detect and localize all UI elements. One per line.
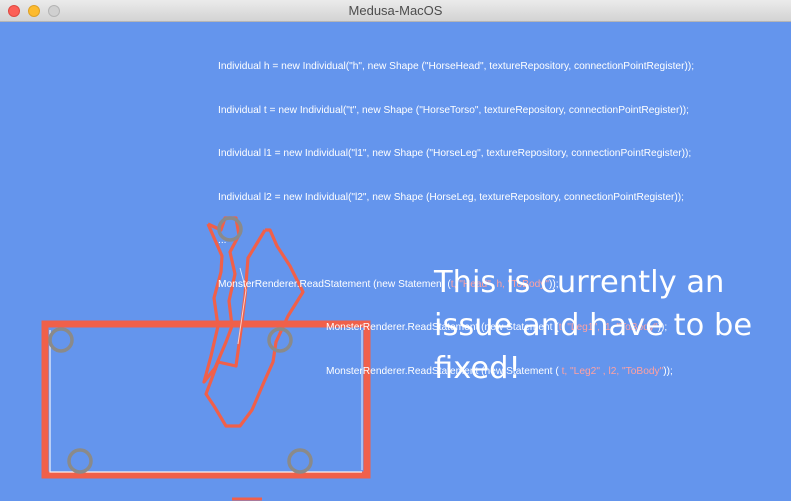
app-window: Medusa-MacOS Individual h = new Individu…	[0, 0, 791, 501]
issue-message: This is currently an issue and have to b…	[434, 265, 753, 386]
code-line: Individual l1 = new Individual("l1", new…	[218, 148, 692, 159]
code-line: Individual l2 = new Individual("l2", new…	[218, 191, 685, 203]
connection-point-top-left[interactable]	[48, 327, 74, 353]
code-line: ...	[218, 235, 227, 246]
window-title: Medusa-MacOS	[348, 3, 443, 18]
statement-prefix: MonsterRenderer.ReadStatement (new State…	[218, 278, 451, 290]
render-canvas: Individual h = new Individual("h", new S…	[0, 22, 791, 501]
connection-point-bottom-right[interactable]	[287, 448, 313, 474]
code-line: Individual t = new Individual("t", new S…	[218, 104, 689, 116]
connection-point-bottom-left[interactable]	[67, 448, 93, 474]
code-line: Individual h = new Individual("h", new S…	[218, 61, 695, 72]
title-bar[interactable]: Medusa-MacOS	[0, 0, 791, 22]
